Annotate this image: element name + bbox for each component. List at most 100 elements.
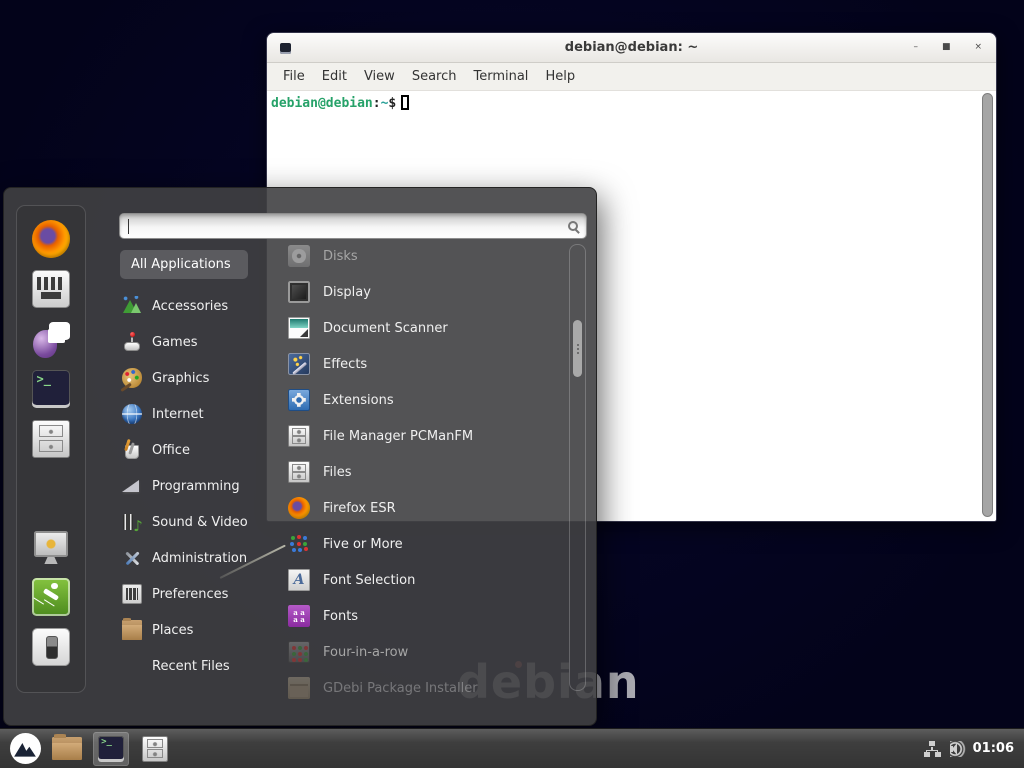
category-graphics[interactable]: Graphics	[118, 360, 270, 396]
distro-logo-icon	[10, 733, 41, 764]
accessories-icon	[122, 296, 142, 316]
app-disks[interactable]: Disks	[284, 238, 566, 274]
favorite-button-log-out[interactable]	[29, 576, 73, 618]
category-column: All Applications Accessories Games Graph…	[118, 248, 270, 684]
category-places[interactable]: Places	[118, 612, 270, 648]
terminal-scrollbar-thumb[interactable]	[982, 93, 993, 517]
category-games[interactable]: Games	[118, 324, 270, 360]
app-four-in-a-row[interactable]: Four-in-a-row	[284, 634, 566, 670]
terminal-menu-item-view[interactable]: View	[356, 67, 403, 86]
effects-icon	[288, 353, 310, 375]
terminal-dark-icon	[98, 736, 124, 762]
programming-icon	[122, 476, 142, 496]
app-five-or-more[interactable]: Five or More	[284, 526, 566, 562]
application-menu: All Applications Accessories Games Graph…	[3, 187, 597, 726]
scanner-icon	[288, 317, 310, 339]
soundvideo-icon	[122, 512, 142, 532]
firefox-icon	[32, 220, 70, 258]
window-control-minimize[interactable]: –	[913, 43, 918, 52]
category-sound-video[interactable]: Sound & Video	[118, 504, 270, 540]
taskbar-menu-button[interactable]	[8, 732, 42, 766]
terminal-menu-item-edit[interactable]: Edit	[314, 67, 355, 86]
search-box[interactable]	[119, 213, 587, 239]
category-programming[interactable]: Programming	[118, 468, 270, 504]
app-font-selection[interactable]: Font Selection	[284, 562, 566, 598]
category-administration[interactable]: Administration	[118, 540, 270, 576]
firefox-icon	[288, 497, 310, 519]
search-input[interactable]	[131, 214, 568, 238]
favorite-button-file-manager[interactable]	[29, 418, 73, 460]
app-firefox-esr[interactable]: Firefox ESR	[284, 490, 566, 526]
category-recent-files[interactable]: Recent Files	[118, 648, 270, 684]
app-document-scanner[interactable]: Document Scanner	[284, 310, 566, 346]
menu-scrollbar[interactable]	[569, 244, 586, 691]
tray-network[interactable]	[924, 741, 940, 757]
category-list: Accessories Games Graphics Internet Offi…	[118, 288, 270, 684]
terminal-menu-item-terminal[interactable]: Terminal	[465, 67, 536, 86]
category-preferences[interactable]: Preferences	[118, 576, 270, 612]
terminal-menu-item-help[interactable]: Help	[537, 67, 583, 86]
taskbar-launcher-file-manager[interactable]	[49, 732, 85, 766]
prompt-user-host: debian@debian	[271, 96, 373, 111]
favorite-button-keyboard[interactable]	[29, 268, 73, 310]
category-all-applications[interactable]: All Applications	[120, 250, 248, 279]
terminal-menu-item-search[interactable]: Search	[404, 67, 465, 86]
filecab-icon	[288, 461, 310, 483]
disks-icon	[288, 245, 310, 267]
fonts-icon	[288, 605, 310, 627]
app-fonts[interactable]: Fonts	[284, 598, 566, 634]
app-files[interactable]: Files	[284, 454, 566, 490]
terminal-title: debian@debian: ~	[565, 40, 698, 55]
favorite-button-shut-down[interactable]	[29, 626, 73, 668]
app-effects[interactable]: Effects	[284, 346, 566, 382]
taskbar-launchers	[49, 732, 173, 766]
favorite-button-lock-screen[interactable]	[29, 526, 73, 568]
places-icon	[52, 737, 82, 760]
window-controls: – ■ ×	[913, 33, 982, 62]
preferences-icon	[122, 584, 142, 604]
tray-volume[interactable]	[950, 741, 966, 757]
keyboard-icon	[32, 270, 70, 308]
favorite-button-pidgin[interactable]	[29, 318, 73, 360]
games-icon	[122, 332, 142, 352]
fiveormore-icon	[288, 533, 310, 555]
session-group	[29, 526, 73, 676]
filecab-icon	[288, 425, 310, 447]
terminal-dark-icon	[32, 370, 70, 408]
category-internet[interactable]: Internet	[118, 396, 270, 432]
taskbar-clock[interactable]: 01:06	[973, 741, 1016, 756]
terminal-titlebar[interactable]: debian@debian: ~ – ■ ×	[267, 33, 996, 63]
internet-icon	[122, 404, 142, 424]
network-icon	[924, 741, 940, 757]
window-control-maximize[interactable]: ■	[942, 43, 951, 52]
app-extensions[interactable]: Extensions	[284, 382, 566, 418]
fourrow-icon	[288, 641, 310, 663]
window-control-close[interactable]: ×	[974, 43, 982, 52]
system-tray	[924, 741, 966, 757]
taskbar-launcher-terminal[interactable]	[93, 732, 129, 766]
menu-scrollbar-thumb[interactable]	[573, 320, 582, 377]
text-caret	[128, 219, 129, 234]
logout-icon	[32, 578, 70, 616]
terminal-menu-item-file[interactable]: File	[275, 67, 313, 86]
app-gdebi-package-installer[interactable]: GDebi Package Installer	[284, 670, 566, 706]
favorite-button-firefox[interactable]	[29, 218, 73, 260]
terminal-scrollbar[interactable]	[981, 93, 994, 517]
filecab-icon	[142, 736, 168, 762]
all-applications-label: All Applications	[131, 257, 231, 272]
category-office[interactable]: Office	[118, 432, 270, 468]
app-display[interactable]: Display	[284, 274, 566, 310]
taskbar-launcher-files[interactable]	[137, 732, 173, 766]
app-file-manager-pcmanfm[interactable]: File Manager PCManFM	[284, 418, 566, 454]
volume-icon	[950, 741, 966, 757]
favorite-button-terminal[interactable]	[29, 368, 73, 410]
category-accessories[interactable]: Accessories	[118, 288, 270, 324]
application-list: Disks Display Document Scanner Effects E…	[284, 238, 566, 706]
search-icon	[568, 221, 578, 231]
terminal-menubar: FileEditViewSearchTerminalHelp	[267, 63, 996, 91]
favorites-panel	[16, 205, 86, 693]
filecab-icon	[32, 420, 70, 458]
places-icon	[122, 620, 142, 640]
taskbar: 01:06	[0, 728, 1024, 768]
office-icon	[122, 440, 142, 460]
